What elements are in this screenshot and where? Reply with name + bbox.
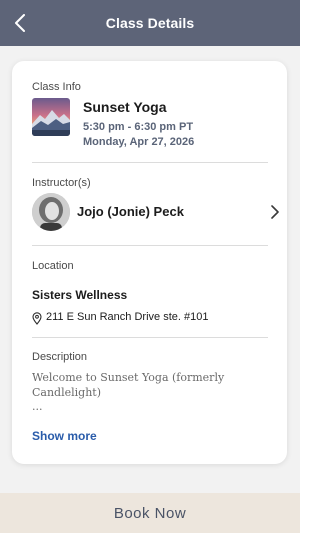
divider — [32, 162, 268, 163]
divider — [32, 337, 268, 338]
class-time: 5:30 pm - 6:30 pm PT — [83, 121, 194, 133]
chevron-left-icon — [15, 14, 25, 32]
location-name: Sisters Wellness — [32, 288, 128, 302]
class-name: Sunset Yoga — [83, 99, 167, 115]
description-label: Description — [32, 351, 88, 363]
content-area: Class Info Sunset Yoga 5:30 pm - 6:30 pm… — [0, 46, 300, 493]
location-pin-icon — [32, 312, 42, 325]
class-date: Monday, Apr 27, 2026 — [83, 136, 195, 148]
divider — [32, 245, 268, 246]
location-address: 211 E Sun Ranch Drive ste. #101 — [46, 311, 209, 323]
instructor-row[interactable]: Jojo (Jonie) Peck — [24, 189, 287, 235]
class-thumbnail-image — [32, 98, 70, 136]
avatar — [32, 193, 70, 231]
class-info-label: Class Info — [32, 81, 81, 93]
instructor-label: Instructor(s) — [32, 177, 91, 189]
description-ellipsis: ... — [32, 400, 43, 413]
instructor-name: Jojo (Jonie) Peck — [77, 204, 184, 219]
location-label: Location — [32, 260, 74, 272]
page-title: Class Details — [105, 15, 195, 31]
book-now-button[interactable]: Book Now — [0, 493, 300, 533]
top-app-bar: Class Details — [0, 0, 300, 46]
class-details-card: Class Info Sunset Yoga 5:30 pm - 6:30 pm… — [12, 61, 287, 464]
book-now-label: Book Now — [113, 504, 187, 522]
chevron-right-icon — [271, 205, 279, 219]
back-button[interactable] — [4, 7, 36, 39]
show-more-link[interactable]: Show more — [32, 429, 97, 443]
description-text: Welcome to Sunset Yoga (formerly Candlel… — [32, 371, 225, 399]
